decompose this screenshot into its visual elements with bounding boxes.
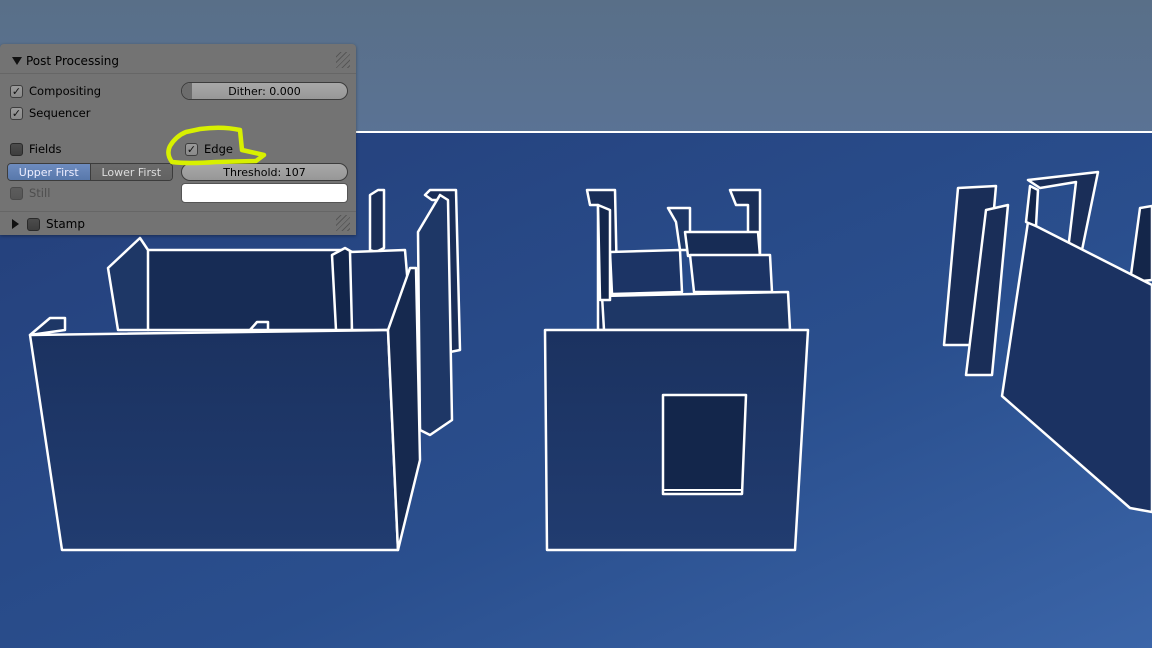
fields-label: Fields bbox=[29, 142, 62, 156]
sequencer-label: Sequencer bbox=[29, 106, 91, 120]
still-label: Still bbox=[29, 186, 51, 200]
fields-checkbox[interactable] bbox=[10, 142, 23, 156]
fields-option[interactable]: Fields bbox=[10, 142, 62, 156]
highlight-scribble-icon bbox=[166, 125, 267, 166]
post-processing-header[interactable]: Post Processing bbox=[0, 49, 356, 74]
post-processing-title: Post Processing bbox=[26, 54, 119, 68]
dither-slider[interactable]: Dither: 0.000 bbox=[181, 82, 348, 100]
stamp-checkbox[interactable] bbox=[27, 217, 40, 231]
still-checkbox[interactable] bbox=[10, 186, 23, 200]
dither-fill bbox=[182, 83, 192, 99]
checkmark-icon: ✓ bbox=[11, 106, 22, 120]
triangle-right-icon bbox=[12, 219, 19, 229]
triangle-down-icon bbox=[12, 57, 22, 65]
drag-grip-icon[interactable] bbox=[336, 52, 350, 68]
field-order-toggle: Upper First Lower First bbox=[7, 163, 173, 181]
stamp-header[interactable]: Stamp bbox=[0, 211, 356, 236]
checkmark-icon: ✓ bbox=[11, 84, 22, 98]
stamp-label: Stamp bbox=[46, 217, 85, 231]
drag-grip-icon[interactable] bbox=[336, 215, 350, 231]
still-option[interactable]: Still bbox=[10, 186, 50, 200]
compositing-option[interactable]: ✓ Compositing bbox=[10, 84, 101, 98]
sequencer-checkbox[interactable]: ✓ bbox=[10, 106, 23, 120]
sequencer-option[interactable]: ✓ Sequencer bbox=[10, 106, 90, 120]
upper-first-button[interactable]: Upper First bbox=[8, 164, 90, 180]
edge-color-field[interactable] bbox=[181, 183, 348, 203]
dither-label: Dither: 0.000 bbox=[228, 84, 301, 98]
compositing-checkbox[interactable]: ✓ bbox=[10, 84, 23, 98]
compositing-label: Compositing bbox=[29, 84, 102, 98]
